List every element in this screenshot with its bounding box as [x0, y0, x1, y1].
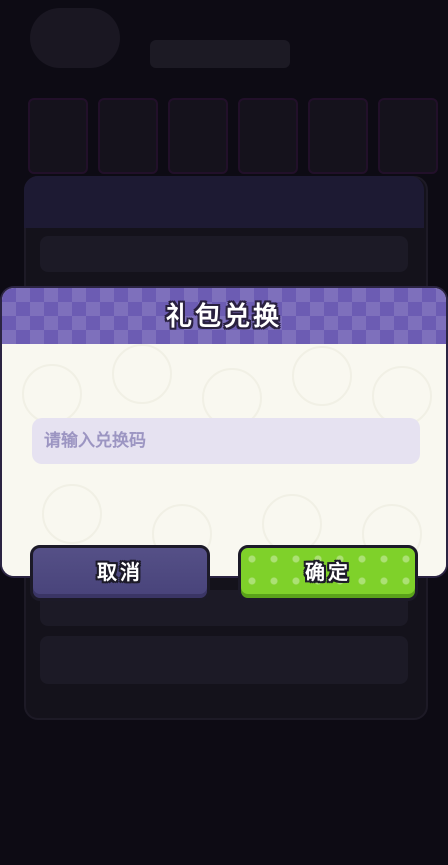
pattern-icon	[292, 346, 352, 406]
gift-code-dialog: 礼包兑换	[2, 288, 446, 576]
settings-row	[40, 636, 408, 684]
item-tile	[28, 98, 88, 174]
gift-code-input[interactable]	[32, 418, 420, 464]
item-tile	[98, 98, 158, 174]
item-tile	[238, 98, 298, 174]
player-avatar	[30, 8, 120, 68]
item-tiles	[28, 98, 438, 174]
settings-panel-header	[24, 176, 424, 228]
pattern-icon	[22, 364, 82, 424]
item-tile	[168, 98, 228, 174]
item-tile	[308, 98, 368, 174]
settings-row	[40, 236, 408, 272]
pattern-icon	[42, 484, 102, 544]
cancel-button[interactable]: 取消	[30, 545, 210, 601]
pattern-icon	[112, 344, 172, 404]
dialog-title: 礼包兑换	[165, 302, 282, 332]
player-info-bar	[150, 40, 290, 68]
confirm-button[interactable]: 确定	[238, 545, 418, 601]
item-tile	[378, 98, 438, 174]
pattern-icon	[372, 366, 432, 426]
